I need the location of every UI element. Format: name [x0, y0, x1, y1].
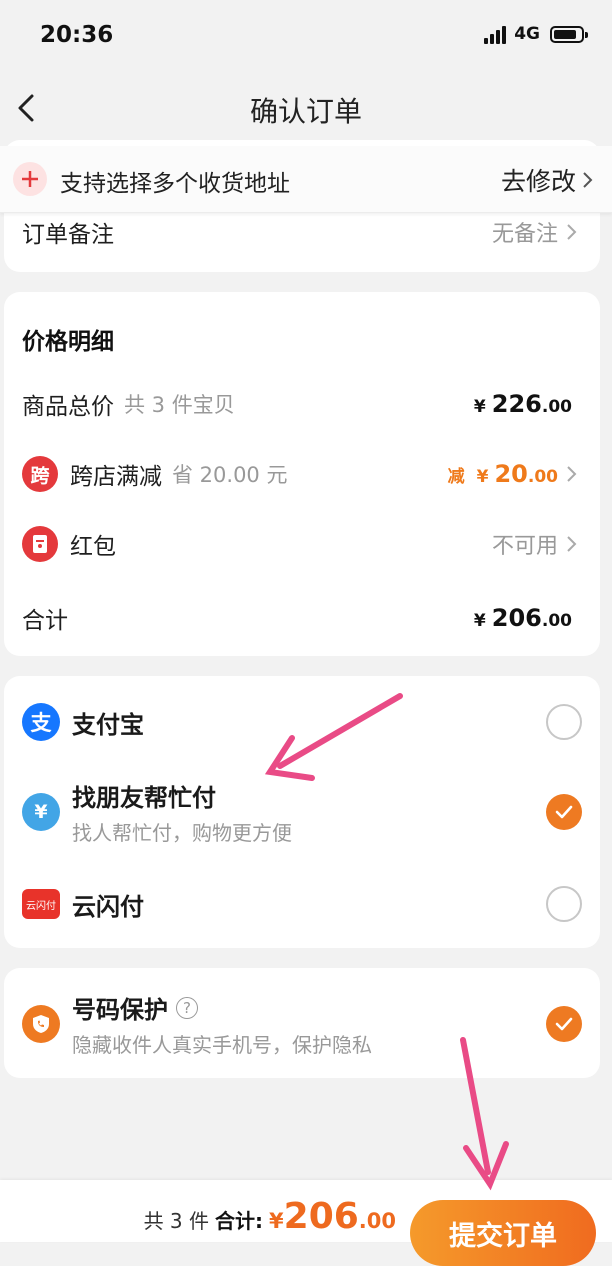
- red-packet-status: 不可用: [491, 534, 558, 559]
- multi-address-banner[interactable]: 支持选择多个收货地址 去修改: [0, 146, 612, 213]
- number-protect-label: 号码保护: [72, 996, 168, 1024]
- submit-order-button[interactable]: 提交订单: [410, 1200, 596, 1266]
- price-detail-title: 价格明细: [22, 329, 114, 355]
- red-packet-icon: [22, 526, 58, 562]
- number-protect-row[interactable]: 号码保护 ? 隐藏收件人真实手机号，保护隐私: [22, 990, 582, 1058]
- payment-option-union-pay[interactable]: 云闪付 云闪付: [22, 884, 582, 924]
- item-count: 共 3 件: [143, 1209, 210, 1233]
- subtotal-price: ¥206.00: [473, 604, 572, 632]
- cross-store-icon: 跨: [22, 456, 58, 492]
- chevron-right-icon: [583, 172, 593, 188]
- goods-count: 共 3 件宝贝: [124, 393, 235, 417]
- goods-total-label: 商品总价: [22, 394, 114, 420]
- goods-total-row: 商品总价 共 3 件宝贝 ¥226.00: [22, 384, 578, 424]
- cross-store-label: 跨店满减: [70, 464, 162, 490]
- friend-pay-label: 找朋友帮忙付: [72, 784, 216, 812]
- edit-address-link[interactable]: 去修改: [501, 162, 594, 198]
- number-protect-card: 号码保护 ? 隐藏收件人真实手机号，保护隐私: [4, 968, 600, 1078]
- banner-text: 支持选择多个收货地址: [60, 171, 290, 197]
- signal-icon: [484, 24, 507, 44]
- cross-store-discount-row[interactable]: 跨 跨店满减 省 20.00 元 减 ¥20.00: [22, 454, 578, 494]
- union-pay-radio[interactable]: [546, 886, 582, 922]
- network-type: 4G: [514, 24, 540, 44]
- payment-option-friend-pay[interactable]: ¥ 找朋友帮忙付 找人帮忙付，购物更方便: [22, 778, 582, 846]
- red-packet-label: 红包: [70, 534, 116, 560]
- friend-pay-desc: 找人帮忙付，购物更方便: [72, 821, 292, 845]
- checkmark-icon: [555, 1017, 573, 1031]
- discount-prefix: 减: [447, 466, 465, 487]
- friend-pay-icon: ¥: [22, 793, 60, 831]
- number-protect-toggle[interactable]: [546, 1006, 582, 1042]
- phone-shield-icon: [22, 1005, 60, 1043]
- alipay-radio[interactable]: [546, 704, 582, 740]
- payment-option-alipay[interactable]: 支 支付宝: [22, 702, 582, 742]
- red-packet-row[interactable]: 红包 不可用: [22, 524, 578, 564]
- plus-icon: [13, 162, 47, 196]
- help-icon[interactable]: ?: [176, 996, 198, 1019]
- alipay-icon: 支: [22, 703, 60, 741]
- total-amount: ¥206.00: [269, 1196, 396, 1237]
- status-time: 20:36: [40, 22, 114, 48]
- chevron-right-icon: [567, 466, 577, 482]
- status-bar: 20:36 4G: [0, 0, 612, 72]
- discount-amount: ¥20.00: [476, 460, 558, 488]
- subtotal-label: 合计: [22, 608, 68, 634]
- chevron-right-icon: [567, 224, 577, 240]
- chevron-right-icon: [567, 536, 577, 552]
- friend-pay-text: 找朋友帮忙付 找人帮忙付，购物更方便: [72, 778, 292, 846]
- order-note-label: 订单备注: [22, 222, 114, 248]
- edit-address-label: 去修改: [500, 167, 576, 196]
- nav-bar: 确认订单: [0, 72, 612, 144]
- battery-icon: [550, 25, 588, 43]
- subtotal-row: 合计 ¥206.00: [22, 598, 578, 638]
- alipay-label: 支付宝: [72, 710, 144, 739]
- page-title: 确认订单: [249, 95, 362, 128]
- price-detail-card: 价格明细 商品总价 共 3 件宝贝 ¥226.00 跨 跨店满减 省 20.00…: [4, 292, 600, 656]
- checkmark-icon: [555, 805, 573, 819]
- payment-method-card: 支 支付宝 ¥ 找朋友帮忙付 找人帮忙付，购物更方便 云闪付 云闪付: [4, 676, 600, 948]
- union-pay-label: 云闪付: [72, 892, 144, 921]
- order-note-value: 无备注: [491, 222, 558, 247]
- cross-store-saving: 省 20.00 元: [172, 463, 288, 487]
- order-note-row[interactable]: 订单备注 无备注: [22, 212, 578, 252]
- status-indicators: 4G: [484, 24, 588, 44]
- number-protect-desc: 隐藏收件人真实手机号，保护隐私: [72, 1033, 372, 1057]
- union-pay-icon: 云闪付: [22, 889, 60, 919]
- friend-pay-radio[interactable]: [546, 794, 582, 830]
- goods-total-price: ¥226.00: [473, 390, 572, 418]
- bottom-submit-bar: 共 3 件 合计: ¥206.00 提交订单: [0, 1180, 612, 1266]
- total-label: 合计:: [215, 1209, 264, 1233]
- number-protect-text: 号码保护 ? 隐藏收件人真实手机号，保护隐私: [72, 990, 372, 1058]
- order-total: 共 3 件 合计: ¥206.00: [144, 1196, 396, 1237]
